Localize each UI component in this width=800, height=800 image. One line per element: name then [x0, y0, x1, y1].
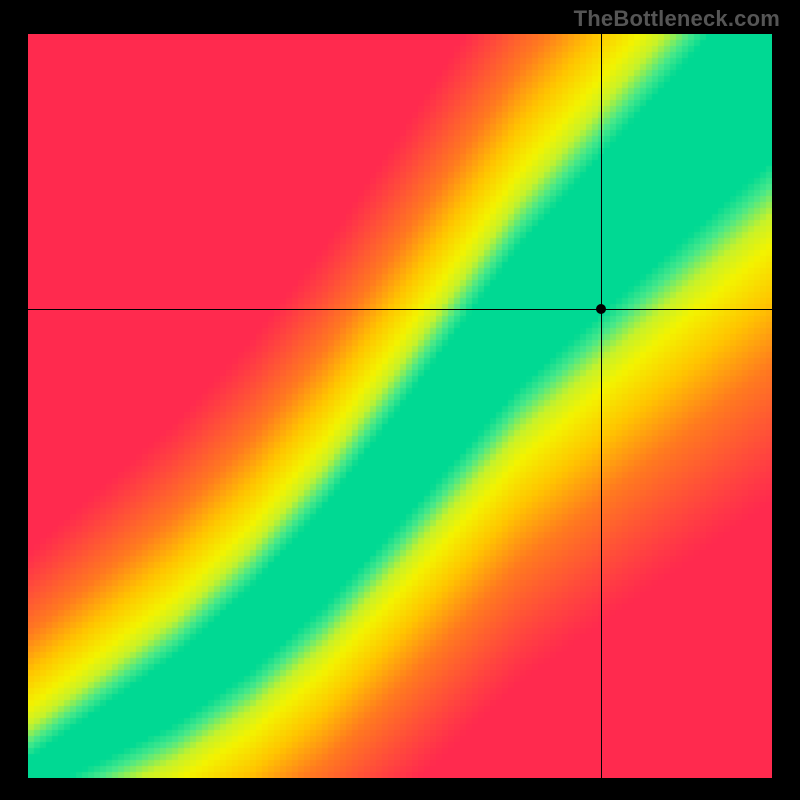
attribution-label: TheBottleneck.com	[574, 6, 780, 32]
chart-container: TheBottleneck.com	[0, 0, 800, 800]
heatmap-canvas	[28, 34, 772, 778]
plot-area	[28, 34, 772, 778]
crosshair-vertical	[601, 34, 602, 778]
crosshair-horizontal	[28, 309, 772, 310]
